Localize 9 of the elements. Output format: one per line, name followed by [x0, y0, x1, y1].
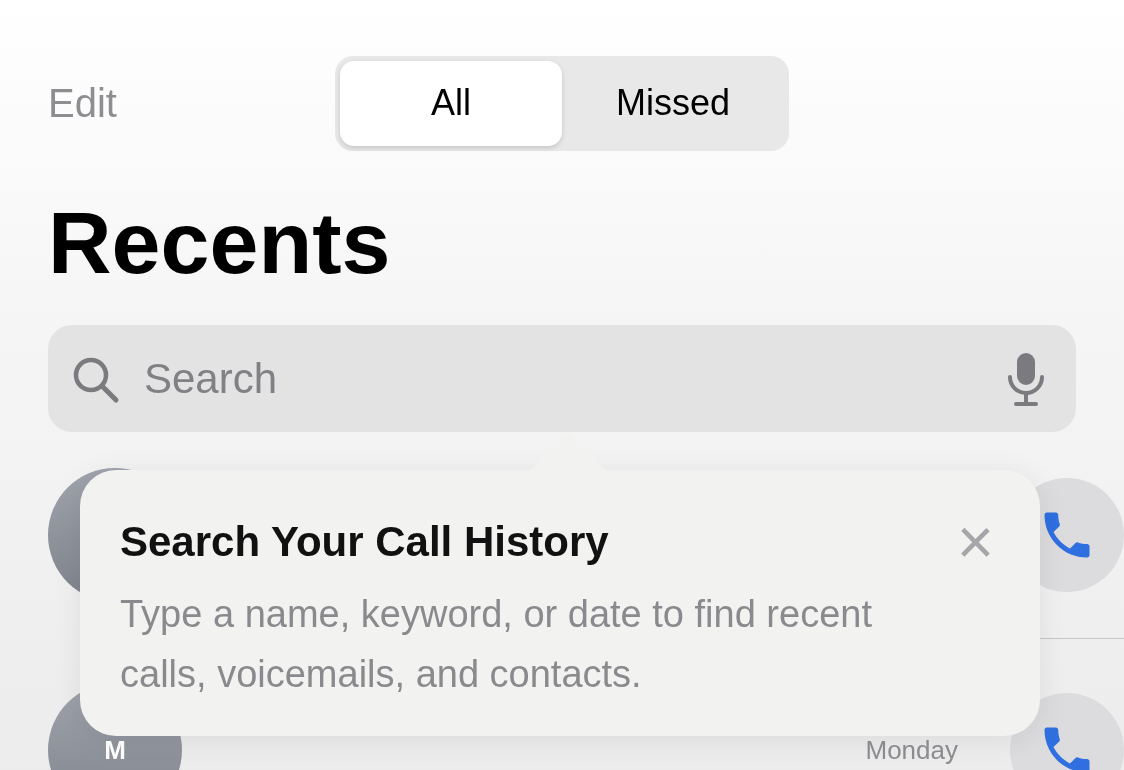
segment-tab[interactable]: All	[340, 60, 562, 146]
page-title: Recents	[48, 193, 392, 293]
search-field[interactable]: Search	[48, 325, 1076, 432]
segment-tab[interactable]: Missed	[562, 60, 784, 146]
microphone-icon[interactable]	[1006, 350, 1046, 407]
tip-title: Search Your Call History	[120, 518, 609, 566]
tip-text: Type a name, keyword, or date to find recent calls, voicemails, and contacts.	[120, 592, 873, 697]
search-input[interactable]: Search	[142, 353, 1006, 404]
call-date: Monday	[865, 737, 958, 763]
